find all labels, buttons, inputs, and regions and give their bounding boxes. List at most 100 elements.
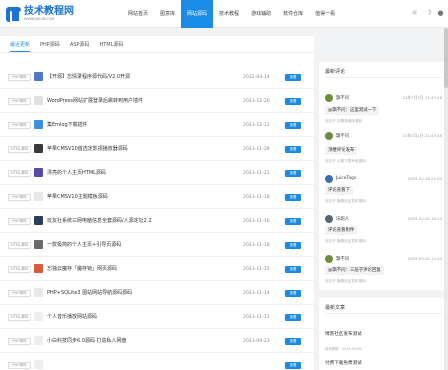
view-button[interactable]: 查看	[285, 98, 301, 105]
thumbnail[interactable]	[34, 144, 43, 153]
avatar[interactable]	[325, 215, 333, 223]
tab-html[interactable]: HTML源码	[99, 41, 123, 52]
nav-item-game-assist[interactable]: 游戏辅助	[245, 0, 277, 28]
category-badge[interactable]: PHP源码	[8, 194, 31, 201]
category-badge[interactable]: HTML源码	[8, 170, 31, 177]
view-button[interactable]: 查看	[285, 290, 301, 297]
thumbnail[interactable]	[34, 336, 43, 345]
nav-item-software[interactable]: 软件仓库	[277, 0, 309, 28]
category-badge[interactable]: PHP源码	[8, 290, 31, 297]
theme-toggle-icon[interactable]: ☽	[424, 9, 433, 18]
tab-latest[interactable]: 最近更新	[10, 41, 31, 52]
thumbnail[interactable]	[34, 192, 43, 201]
thumbnail[interactable]	[34, 72, 43, 81]
category-badge[interactable]: PHP源码	[8, 122, 31, 129]
list-item[interactable]: PHP源码 集Emlog下载插件 2021-12-12 查看	[0, 114, 314, 137]
comment-user[interactable]: JuiceTags	[336, 176, 356, 181]
item-title[interactable]: 玩友社系统三网电脑信息全套源码/人源定址2.2	[47, 218, 152, 225]
list-item[interactable]: HTML源码 个人音乐播放网站源码 2021-11-11 查看	[0, 306, 314, 329]
list-item[interactable]: PHP源码 玩友社系统三网电脑信息全套源码/人源定址2.2 2021-11-16 查看	[0, 210, 314, 233]
category-badge[interactable]: HTML源码	[8, 266, 31, 273]
item-title[interactable]: 集Emlog下载插件	[47, 122, 88, 129]
category-badge[interactable]: PHP源码	[8, 338, 31, 345]
tab-asp[interactable]: ASP源码	[70, 41, 90, 52]
view-button[interactable]: 查看	[285, 170, 301, 177]
avatar[interactable]	[325, 255, 333, 263]
notification-icon[interactable]: ☼	[410, 9, 419, 18]
scrollbar-thumb[interactable]	[444, 28, 448, 88]
view-button[interactable]: 查看	[285, 338, 301, 345]
nav-item-tutorials[interactable]: 技术教程	[213, 0, 245, 28]
category-badge[interactable]: PHP源码	[8, 98, 31, 105]
site-logo[interactable]: 技术教程网 WWW.JSJCW.COM	[6, 4, 74, 24]
tab-php[interactable]: PHP源码	[40, 41, 60, 52]
list-item[interactable]: PHP源码 【开源】忘情录程序源代码/V2.0开源 2022-04-14 查看	[0, 66, 314, 89]
thumbnail[interactable]	[34, 120, 43, 129]
comment-text[interactable]: 评论查看附件	[325, 226, 358, 235]
view-button[interactable]: 查看	[285, 314, 301, 321]
avatar[interactable]	[325, 94, 333, 102]
thumbnail[interactable]	[34, 264, 43, 273]
list-item[interactable]: PHP源码 查看	[0, 354, 314, 370]
comment-source[interactable]: 评论于 企鹅下载专用源码	[325, 159, 366, 164]
view-button[interactable]: 查看	[285, 218, 301, 225]
avatar[interactable]	[325, 132, 333, 140]
category-badge[interactable]: HTML源码	[8, 314, 31, 321]
view-button[interactable]: 查看	[285, 362, 301, 369]
item-title[interactable]: 漂亮的个人主页HTML源码	[47, 170, 106, 177]
thumbnail[interactable]	[34, 216, 43, 225]
view-button[interactable]: 查看	[285, 146, 301, 153]
view-button[interactable]: 查看	[285, 266, 301, 273]
list-item[interactable]: PHP源码 苹果CMSV10主题模板源码 2021-11-18 查看	[0, 186, 314, 209]
item-title[interactable]: 个人音乐播放网站源码	[47, 314, 97, 321]
article-title[interactable]: 付费下载免费测试	[325, 360, 362, 366]
thumbnail[interactable]	[34, 360, 43, 369]
comment-text[interactable]: @飘不问：这里测试一下	[325, 106, 380, 115]
item-title[interactable]: 小白科技同步6.0源码 打造私人网盘	[47, 338, 127, 345]
list-item[interactable]: PHP源码 PHP+SQLite3 图站网站导航源码源码 2021-11-14 查看	[0, 282, 314, 305]
category-badge[interactable]: HTML源码	[8, 242, 31, 249]
comment-user[interactable]: 飘不问	[336, 95, 349, 101]
item-title[interactable]: WordPress网站扩展登录后跳转到用户插件	[47, 98, 143, 105]
thumbnail[interactable]	[34, 312, 43, 321]
item-title[interactable]: 苹果CMSV10主题模板源码	[47, 194, 108, 201]
comment-source[interactable]: 评论于 奇趣社区发布源码	[325, 199, 366, 204]
view-button[interactable]: 查看	[285, 122, 301, 129]
view-button[interactable]: 查看	[285, 74, 301, 81]
user-icon[interactable]: ●	[436, 9, 445, 18]
comment-text[interactable]: @飘不问：三层子评论回复	[325, 266, 384, 275]
list-item[interactable]: HTML源码 苹果CMSV10首选定影视播放器源码 2021-11-28 查看	[0, 138, 314, 161]
item-title[interactable]: 【开源】忘情录程序源代码/V2.0开源	[47, 74, 130, 81]
comment-source[interactable]: 评论于 奇趣社区发布源码	[325, 239, 366, 244]
comment-source[interactable]: 评论于 奇趣社区发布源码	[325, 279, 366, 284]
category-badge[interactable]: PHP源码	[8, 362, 31, 369]
nav-item-images[interactable]: 图意库	[154, 0, 181, 28]
page-scrollbar[interactable]	[444, 28, 448, 370]
thumbnail[interactable]	[34, 168, 43, 177]
list-item[interactable]: HTML源码 忘独云魔存「魔存锁」网页源码 2021-11-15 查看	[0, 258, 314, 281]
list-item[interactable]: PHP源码 小白科技同步6.0源码 打造私人网盘 2021-09-23 查看	[0, 330, 314, 353]
article-title[interactable]: 博客社区发布测试	[325, 331, 362, 337]
comment-user[interactable]: 飘不问	[336, 133, 349, 139]
comment-user[interactable]: 飘不问	[336, 256, 349, 262]
view-button[interactable]: 查看	[285, 242, 301, 249]
thumbnail[interactable]	[34, 288, 43, 297]
avatar[interactable]	[325, 175, 333, 183]
nav-item-worth-a-look[interactable]: 值得一看	[309, 0, 341, 28]
item-title[interactable]: PHP+SQLite3 图站网站导航源码源码	[47, 290, 132, 297]
thumbnail[interactable]	[34, 96, 43, 105]
comment-text[interactable]: 顶楼评论发布	[325, 146, 358, 155]
thumbnail[interactable]	[34, 240, 43, 249]
nav-item-home[interactable]: 网站首页	[122, 0, 154, 28]
item-title[interactable]: 忘独云魔存「魔存锁」网页源码	[47, 266, 117, 273]
comment-source[interactable]: 评论于 忘情录程序源码	[325, 119, 362, 124]
list-item[interactable]: PHP源码 WordPress网站扩展登录后跳转到用户插件 2021-12-26 查看	[0, 90, 314, 113]
list-item[interactable]: HTML源码 漂亮的个人主页HTML源码 2021-11-21 查看	[0, 162, 314, 185]
item-title[interactable]: 苹果CMSV10首选定影视播放器源码	[47, 146, 128, 153]
item-title[interactable]: 一款极简的个人主页+引导页源码	[47, 242, 121, 249]
list-item[interactable]: HTML源码 一款极简的个人主页+引导页源码 2021-11-18 查看	[0, 234, 314, 257]
category-badge[interactable]: HTML源码	[8, 146, 31, 153]
category-badge[interactable]: PHP源码	[8, 74, 31, 81]
comment-text[interactable]: 评论查看下	[325, 186, 353, 195]
view-button[interactable]: 查看	[285, 194, 301, 201]
